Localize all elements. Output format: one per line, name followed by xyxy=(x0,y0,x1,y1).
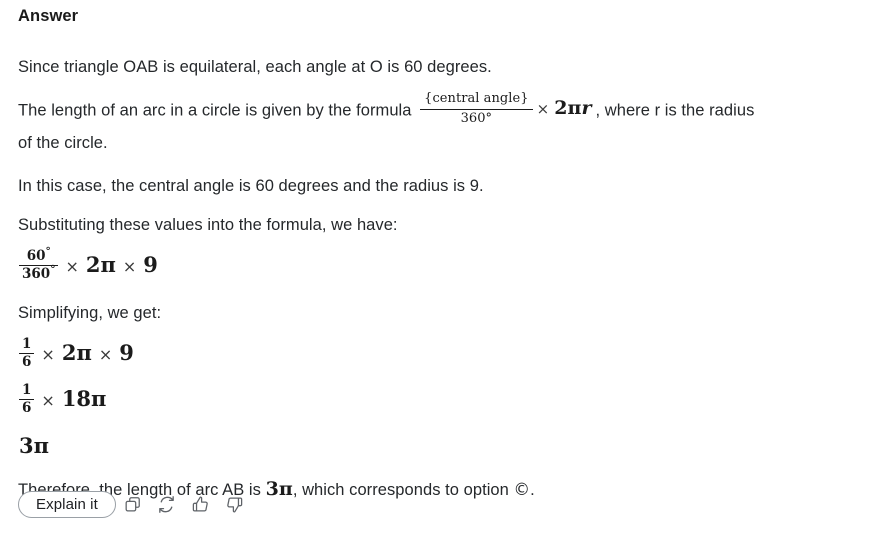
term-pi: π xyxy=(76,340,92,366)
paragraph-in-this-case: In this case, the central angle is 60 de… xyxy=(18,177,484,196)
formula-right-hand-side: × 2πr xyxy=(533,97,592,119)
denominator-degree-symbol: ° xyxy=(50,263,56,276)
term-two-pi: 2π xyxy=(62,340,92,365)
one-sixth-fraction: 1 6 xyxy=(19,337,35,371)
fraction-denominator: 6 xyxy=(22,399,32,416)
option-c-symbol: © xyxy=(513,479,531,499)
multiplication-sign-2: × xyxy=(98,345,113,365)
page-title: Answer xyxy=(18,7,79,25)
formula-radius-variable: r xyxy=(581,96,592,119)
equation-simplified-step-1: 1 6 × 2π × 9 xyxy=(16,326,865,371)
fraction-numerator: 1 xyxy=(19,382,35,400)
term-coefficient: 2 xyxy=(85,252,101,278)
answer-panel: Answer Since triangle OAB is equilateral… xyxy=(0,0,881,537)
term-pi: π xyxy=(91,385,107,411)
degree-fraction: 60° 360° xyxy=(19,245,59,283)
paragraph-of-the-circle: of the circle. xyxy=(18,134,108,153)
fraction-denominator: 360° xyxy=(460,110,493,126)
result-coefficient: 3 xyxy=(19,432,34,458)
multiplication-sign-1: × xyxy=(65,257,79,277)
arc-formula-trailing-text: , where r is the radius xyxy=(595,101,755,120)
regenerate-icon xyxy=(157,495,176,514)
term-radius-value: 9 xyxy=(143,252,158,278)
copy-icon xyxy=(123,495,142,514)
term-pi: π xyxy=(100,252,116,278)
fraction-denominator: 6 xyxy=(22,354,32,371)
equation-final-result: 3π xyxy=(16,417,865,461)
equation-substituted: 60° 360° × 2π × 9 xyxy=(16,238,865,283)
result-pi: π xyxy=(278,477,293,500)
explain-it-button[interactable]: Explain it xyxy=(18,490,116,518)
result-pi: π xyxy=(33,432,49,458)
regenerate-button[interactable] xyxy=(150,489,184,519)
term-two-pi: 2π xyxy=(86,252,116,277)
thumbs-down-button[interactable] xyxy=(218,489,252,519)
paragraph-simplifying: Simplifying, we get: xyxy=(18,304,162,323)
paragraph-equilateral: Since triangle OAB is equilateral, each … xyxy=(18,58,492,76)
conclusion-result-value: 3π xyxy=(266,478,293,500)
fraction-denominator: 360° xyxy=(19,263,58,283)
term-eighteen-pi: 18π xyxy=(62,386,107,411)
formula-pi: π xyxy=(567,96,582,119)
numerator-degree-symbol: ° xyxy=(45,245,51,258)
denominator-value: 360 xyxy=(22,266,51,283)
equation-simplified-step-2: 1 6 × 18π xyxy=(16,372,865,417)
thumbs-up-button[interactable] xyxy=(184,489,218,519)
thumbs-down-icon xyxy=(225,495,244,514)
result-coefficient: 3 xyxy=(265,477,279,500)
formula-coefficient: 2 xyxy=(554,96,568,119)
paragraph-substituting: Substituting these values into the formu… xyxy=(18,216,398,235)
fraction-numerator: 1 xyxy=(19,337,35,355)
numerator-value: 60 xyxy=(26,248,46,265)
arc-formula-lead-text: The length of an arc in a circle is give… xyxy=(18,101,412,120)
one-sixth-fraction: 1 6 xyxy=(19,382,35,416)
multiplication-sign: × xyxy=(536,99,550,118)
conclusion-end-text: . xyxy=(530,480,535,499)
fraction-numerator: {central angle} xyxy=(420,91,533,110)
multiplication-sign-1: × xyxy=(41,390,55,410)
multiplication-sign-1: × xyxy=(41,345,55,365)
general-arc-length-formula: {central angle} 360° × 2πr xyxy=(420,91,592,126)
term-coefficient: 18 xyxy=(61,385,92,411)
copy-button[interactable] xyxy=(116,489,150,519)
conclusion-mid-text: , which corresponds to option xyxy=(292,480,514,499)
central-angle-fraction: {central angle} 360° xyxy=(420,91,533,126)
multiplication-sign-2: × xyxy=(122,257,137,277)
thumbs-up-icon xyxy=(191,495,210,514)
term-radius-value: 9 xyxy=(119,340,134,366)
paragraph-arc-formula: The length of an arc in a circle is give… xyxy=(16,80,865,128)
term-coefficient: 2 xyxy=(61,340,77,366)
response-action-bar: Explain it xyxy=(18,489,252,519)
